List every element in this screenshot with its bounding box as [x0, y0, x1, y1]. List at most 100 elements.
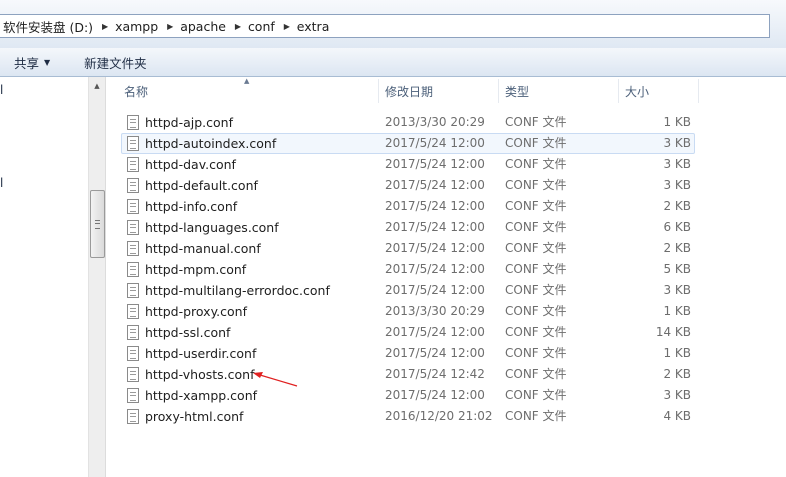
file-name: httpd-xampp.conf: [145, 388, 258, 403]
file-type: CONF 文件: [505, 262, 567, 276]
conf-file-icon: [127, 115, 139, 130]
file-row[interactable]: httpd-proxy.conf 2013/3/30 20:29 CONF 文件 1 …: [121, 301, 695, 322]
file-type: CONF 文件: [505, 199, 567, 213]
file-date: 2017/5/24 12:00: [385, 346, 485, 360]
file-name: httpd-multilang-errordoc.conf: [145, 283, 330, 298]
column-divider[interactable]: [498, 79, 499, 103]
annotation-arrow-icon: [253, 372, 298, 387]
file-name: httpd-vhosts.conf: [145, 367, 255, 382]
address-bar: 软件安装盘 (D:) ▶ xampp ▶ apache ▶ conf ▶ ext…: [0, 0, 786, 49]
file-name: httpd-autoindex.conf: [145, 136, 277, 151]
file-name: httpd-ajp.conf: [145, 115, 233, 130]
conf-file-icon: [127, 388, 139, 403]
breadcrumb-drive[interactable]: 软件安装盘 (D:): [0, 17, 99, 36]
breadcrumb-separator-icon[interactable]: ▶: [281, 22, 293, 31]
conf-file-icon: [127, 283, 139, 298]
file-row[interactable]: proxy-html.conf 2016/12/20 21:02 CONF 文件 4 …: [121, 406, 695, 427]
file-row[interactable]: httpd-info.conf 2017/5/24 12:00 CONF 文件 2 K…: [121, 196, 695, 217]
file-row[interactable]: httpd-vhosts.conf 2017/5/24 12:42 CONF 文件 2…: [121, 364, 695, 385]
file-type: CONF 文件: [505, 346, 567, 360]
breadcrumb-xampp[interactable]: xampp: [111, 19, 164, 34]
file-size: 2 KB: [663, 241, 691, 255]
file-name: httpd-userdir.conf: [145, 346, 257, 361]
file-date: 2017/5/24 12:00: [385, 220, 485, 234]
file-row[interactable]: httpd-dav.conf 2017/5/24 12:00 CONF 文件 3 KB: [121, 154, 695, 175]
file-date: 2017/5/24 12:00: [385, 178, 485, 192]
breadcrumb-conf[interactable]: conf: [244, 19, 281, 34]
nav-item-fragment[interactable]: l: [0, 176, 3, 190]
file-type: CONF 文件: [505, 409, 567, 423]
file-size: 3 KB: [663, 136, 691, 150]
breadcrumb-separator-icon[interactable]: ▶: [232, 22, 244, 31]
column-header-size[interactable]: 大小: [625, 79, 695, 103]
breadcrumb-apache[interactable]: apache: [176, 19, 232, 34]
new-folder-button[interactable]: 新建文件夹: [74, 49, 157, 75]
breadcrumb[interactable]: 软件安装盘 (D:) ▶ xampp ▶ apache ▶ conf ▶ ext…: [0, 14, 770, 38]
column-divider[interactable]: [698, 79, 699, 103]
column-header-type[interactable]: 类型: [505, 79, 613, 103]
share-label: 共享: [14, 55, 40, 71]
breadcrumb-separator-icon[interactable]: ▶: [164, 22, 176, 31]
conf-file-icon: [127, 220, 139, 235]
file-row[interactable]: httpd-mpm.conf 2017/5/24 12:00 CONF 文件 5 KB: [121, 259, 695, 280]
new-folder-label: 新建文件夹: [84, 55, 147, 71]
file-type: CONF 文件: [505, 325, 567, 339]
file-size: 3 KB: [663, 283, 691, 297]
file-name: httpd-default.conf: [145, 178, 258, 193]
file-date: 2013/3/30 20:29: [385, 304, 485, 318]
column-header-date[interactable]: 修改日期: [385, 79, 493, 103]
navigation-scrollbar[interactable]: ▲: [88, 77, 105, 477]
nav-item-fragment[interactable]: l: [0, 83, 3, 97]
file-type: CONF 文件: [505, 220, 567, 234]
file-type: CONF 文件: [505, 136, 567, 150]
conf-file-icon: [127, 136, 139, 151]
file-date: 2017/5/24 12:00: [385, 325, 485, 339]
file-row[interactable]: httpd-autoindex.conf 2017/5/24 12:00 CONF …: [121, 133, 695, 154]
conf-file-icon: [127, 367, 139, 382]
file-type: CONF 文件: [505, 367, 567, 381]
conf-file-icon: [127, 325, 139, 340]
grip-icon: [95, 219, 100, 229]
scroll-up-arrow-icon[interactable]: ▲: [89, 77, 105, 94]
file-row[interactable]: httpd-multilang-errordoc.conf 2017/5/24 1…: [121, 280, 695, 301]
file-size: 1 KB: [663, 304, 691, 318]
column-divider[interactable]: [618, 79, 619, 103]
file-date: 2017/5/24 12:00: [385, 262, 485, 276]
breadcrumb-separator-icon[interactable]: ▶: [99, 22, 111, 31]
file-date: 2017/5/24 12:00: [385, 199, 485, 213]
file-type: CONF 文件: [505, 304, 567, 318]
dropdown-arrow-icon: ▼: [44, 57, 51, 67]
pane-divider[interactable]: [105, 77, 106, 477]
conf-file-icon: [127, 409, 139, 424]
file-size: 14 KB: [655, 325, 691, 339]
column-divider[interactable]: [378, 79, 379, 103]
file-name: proxy-html.conf: [145, 409, 244, 424]
file-size: 3 KB: [663, 388, 691, 402]
share-button[interactable]: 共享 ▼: [4, 49, 60, 75]
file-row[interactable]: httpd-userdir.conf 2017/5/24 12:00 CONF 文件…: [121, 343, 695, 364]
file-row[interactable]: httpd-xampp.conf 2017/5/24 12:00 CONF 文件 3 …: [121, 385, 695, 406]
file-type: CONF 文件: [505, 388, 567, 402]
column-header-type-label: 类型: [505, 84, 530, 99]
file-date: 2017/5/24 12:00: [385, 283, 485, 297]
file-row[interactable]: httpd-ajp.conf 2013/3/30 20:29 CONF 文件 1 KB: [121, 112, 695, 133]
file-size: 3 KB: [663, 178, 691, 192]
file-type: CONF 文件: [505, 241, 567, 255]
file-date: 2013/3/30 20:29: [385, 115, 485, 129]
conf-file-icon: [127, 157, 139, 172]
file-size: 1 KB: [663, 346, 691, 360]
file-name: httpd-mpm.conf: [145, 262, 247, 277]
file-row[interactable]: httpd-manual.conf 2017/5/24 12:00 CONF 文件 2…: [121, 238, 695, 259]
column-header-name[interactable]: 名称: [124, 79, 374, 103]
column-header-size-label: 大小: [625, 84, 650, 99]
breadcrumb-extra[interactable]: extra: [293, 19, 336, 34]
scrollbar-thumb[interactable]: [90, 190, 105, 258]
file-row[interactable]: httpd-ssl.conf 2017/5/24 12:00 CONF 文件 14 K…: [121, 322, 695, 343]
file-name: httpd-ssl.conf: [145, 325, 231, 340]
conf-file-icon: [127, 262, 139, 277]
file-size: 6 KB: [663, 220, 691, 234]
column-header-date-label: 修改日期: [385, 84, 434, 99]
file-row[interactable]: httpd-languages.conf 2017/5/24 12:00 CONF …: [121, 217, 695, 238]
file-date: 2017/5/24 12:00: [385, 136, 485, 150]
file-row[interactable]: httpd-default.conf 2017/5/24 12:00 CONF 文件…: [121, 175, 695, 196]
